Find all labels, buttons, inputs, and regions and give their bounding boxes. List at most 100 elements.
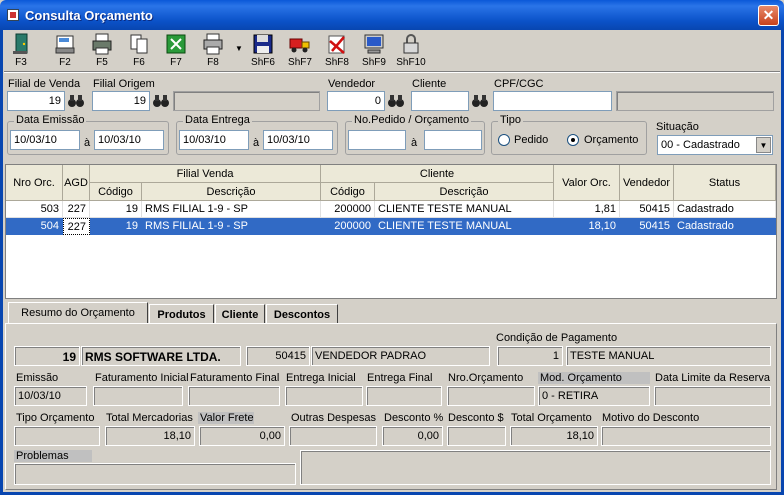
cell-valor: 18,10 (554, 218, 620, 235)
cell-nro: 503 (6, 201, 63, 218)
col-status-header[interactable]: Status (674, 165, 776, 201)
cell-cliente-descricao: CLIENTE TESTE MANUAL (375, 201, 554, 218)
col-filial-descricao-header[interactable]: Descrição (142, 183, 321, 201)
data-entrega-from[interactable]: 10/03/10 (179, 130, 249, 150)
toolbar-button-shf9[interactable]: ShF9 (357, 32, 391, 70)
cell-cliente-codigo: 200000 (321, 201, 375, 218)
observacao-field (300, 450, 771, 485)
vendedor-codigo-field: 50415 (246, 346, 310, 366)
toolbar-label: F2 (59, 57, 71, 68)
cell-filial-codigo: 19 (90, 201, 142, 218)
col-nro-header[interactable]: Nro Orc. (6, 165, 63, 201)
filial-venda-input[interactable]: 19 (7, 91, 65, 111)
col-vendedor-header[interactable]: Vendedor (620, 165, 674, 201)
toolbar-button-shf8[interactable]: ShF8 (320, 32, 354, 70)
toolbar-label: ShF9 (362, 57, 386, 68)
nro-pedido-to[interactable] (424, 130, 482, 150)
toolbar-label: F6 (133, 57, 145, 68)
motivo-desconto-field (601, 426, 771, 446)
nro-pedido-from[interactable] (348, 130, 406, 150)
toolbar-button-f6[interactable]: F6 (122, 32, 156, 70)
filial-origem-input[interactable]: 19 (92, 91, 150, 111)
emissao-label: Emissão (16, 372, 59, 384)
cell-vendedor: 50415 (620, 218, 674, 235)
toolbar-label: ShF8 (325, 57, 349, 68)
cliente-input[interactable] (411, 91, 469, 111)
toolbar-button-shf7[interactable]: ShF7 (283, 32, 317, 70)
data-entrega-label: Data Entrega (183, 114, 252, 126)
padlock-icon (400, 33, 422, 55)
vendedor-input[interactable]: 0 (327, 91, 385, 111)
orcamento-table: Nro Orc. AGD Filial Venda Código Descriç… (5, 164, 777, 299)
data-entrega-to[interactable]: 10/03/10 (263, 130, 333, 150)
motivo-desconto-label: Motivo do Desconto (602, 412, 700, 424)
filial-nome-field: RMS SOFTWARE LTDA. (81, 346, 241, 366)
toolbar-button-shf10[interactable]: ShF10 (394, 32, 428, 70)
nro-orcamento-label: Nro.Orçamento (448, 372, 524, 384)
dropdown-arrow-icon[interactable]: ▼ (235, 44, 243, 53)
nro-orcamento-field (447, 386, 535, 406)
cell-nro: 504 (6, 218, 63, 235)
range-sep: à (253, 137, 260, 149)
filial-venda-label: Filial de Venda (8, 78, 81, 90)
tab-resumo[interactable]: Resumo do Orçamento (8, 302, 148, 324)
entrega-final-field (366, 386, 442, 406)
tab-descontos[interactable]: Descontos (266, 304, 338, 324)
toolbar-button-shf6[interactable]: ShF6 (246, 32, 280, 70)
emissao-field: 10/03/10 (14, 386, 87, 406)
tab-produtos[interactable]: Produtos (149, 304, 214, 324)
col-cliente-descricao-header[interactable]: Descrição (375, 183, 554, 201)
total-orcamento-label: Total Orçamento (511, 412, 592, 424)
tipo-orcamento-radio[interactable] (567, 134, 579, 146)
vendedor-nome-field: VENDEDOR PADRAO (311, 346, 490, 366)
cell-filial-descricao: RMS FILIAL 1-9 - SP (142, 201, 321, 218)
col-filial-codigo-header[interactable]: Código (90, 183, 142, 201)
toolbar-button-f5[interactable]: F5 (85, 32, 119, 70)
cancel-edit-icon (326, 33, 348, 55)
toolbar-label: F5 (96, 57, 108, 68)
desconto-pct-field: 0,00 (382, 426, 443, 446)
fat-inicial-label: Faturamento Inicial (95, 372, 189, 384)
binoculars-icon[interactable] (152, 93, 170, 109)
toolbar-button-f3[interactable]: F3 (4, 32, 38, 70)
tipo-pedido-radio[interactable] (498, 134, 510, 146)
condicao-nome-field: TESTE MANUAL (566, 346, 771, 366)
cpf-input[interactable] (493, 91, 612, 111)
toolbar-button-f8[interactable]: F8 (196, 32, 230, 70)
binoculars-icon[interactable] (67, 93, 85, 109)
tab-cliente[interactable]: Cliente (215, 304, 265, 324)
toolbar-separator (4, 71, 780, 73)
toolbar-button-f2[interactable]: F2 (48, 32, 82, 70)
condicao-codigo-field: 1 (497, 346, 563, 366)
copy-document-icon (128, 33, 150, 55)
entrega-inicial-field (285, 386, 363, 406)
cell-valor: 1,81 (554, 201, 620, 218)
tipo-label: Tipo (498, 114, 523, 126)
data-emissao-from[interactable]: 10/03/10 (10, 130, 80, 150)
binoculars-icon[interactable] (387, 93, 405, 109)
cliente-group-header: Cliente (321, 165, 554, 183)
data-limite-field (654, 386, 771, 406)
print-preview-icon (54, 33, 76, 55)
print-options-icon (202, 33, 224, 55)
total-orcamento-field: 18,10 (510, 426, 598, 446)
data-emissao-to[interactable]: 10/03/10 (94, 130, 164, 150)
filial-origem-label: Filial Origem (93, 78, 155, 90)
col-agd-header[interactable]: AGD (63, 165, 90, 201)
chevron-down-icon[interactable]: ▼ (756, 137, 771, 153)
mod-orcamento-label: Mod. Orçamento (540, 372, 622, 384)
range-sep: à (411, 137, 418, 149)
cell-filial-codigo: 19 (90, 218, 142, 235)
tipo-orcamento-label: Tipo Orçamento (16, 412, 95, 424)
close-button[interactable]: ✕ (758, 5, 779, 26)
total-mercadorias-label: Total Mercadorias (106, 412, 193, 424)
tipo-orcamento-field (14, 426, 100, 446)
col-valor-header[interactable]: Valor Orc. (554, 165, 620, 201)
filial-venda-group-header: Filial Venda (90, 165, 321, 183)
toolbar-button-f7[interactable]: F7 (159, 32, 193, 70)
binoculars-icon[interactable] (471, 93, 489, 109)
tipo-pedido-label: Pedido (514, 134, 549, 146)
mod-orcamento-field: 0 - RETIRA (538, 386, 650, 406)
col-cliente-codigo-header[interactable]: Código (321, 183, 375, 201)
cliente-name (616, 91, 774, 111)
